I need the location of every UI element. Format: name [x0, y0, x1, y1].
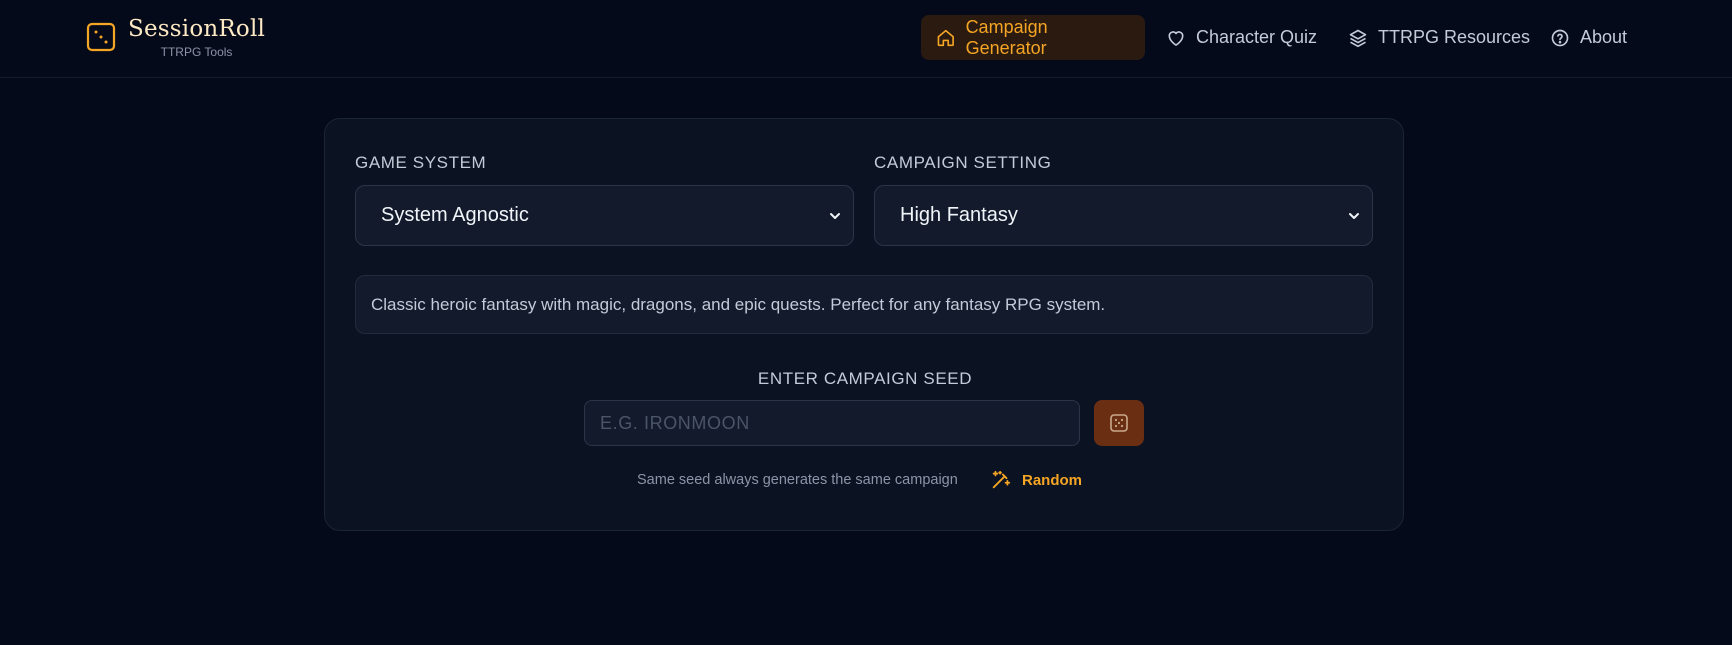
top-header: SessionRoll TTRPG Tools Campaign Generat… — [0, 0, 1732, 78]
nav-label: About — [1580, 27, 1628, 47]
nav-label: Campaign Generator — [965, 16, 1048, 58]
chevron-down-icon — [830, 213, 840, 219]
dice-icon — [1110, 414, 1128, 432]
nav-label: TTRPG Resources — [1378, 27, 1531, 47]
nav-item-campaign-generator[interactable]: Campaign Generator — [921, 15, 1145, 60]
campaign-setting-value: High Fantasy — [900, 204, 1018, 226]
layers-icon — [1349, 29, 1367, 47]
setting-description-text: Classic heroic fantasy with magic, drago… — [371, 294, 1106, 314]
nav-item-about[interactable]: About — [1550, 15, 1627, 60]
game-system-select[interactable]: System Agnostic — [355, 185, 854, 246]
home-icon — [937, 29, 954, 46]
seed-label: ENTER CAMPAIGN SEED — [757, 369, 973, 388]
roll-seed-button[interactable] — [1094, 400, 1144, 446]
nav-item-ttrpg-resources[interactable]: TTRPG Resources — [1348, 15, 1530, 60]
help-circle-icon — [1551, 29, 1569, 46]
campaign-seed-input[interactable] — [584, 400, 1080, 446]
chevron-down-icon — [1349, 213, 1359, 219]
nav-label: Character Quiz — [1196, 27, 1318, 47]
setting-description: Classic heroic fantasy with magic, drago… — [355, 275, 1373, 334]
random-seed-button[interactable]: Random — [990, 469, 1082, 491]
game-system-label: GAME SYSTEM — [355, 153, 487, 172]
campaign-form-card: GAME SYSTEM System Agnostic CAMPAIGN SET… — [324, 118, 1404, 531]
game-system-value: System Agnostic — [381, 204, 529, 226]
main-nav: Campaign Generator Character Quiz TTRPG … — [0, 15, 1732, 60]
seed-hint: Same seed always generates the same camp… — [637, 472, 958, 488]
magic-wand-icon — [992, 470, 1011, 489]
nav-item-character-quiz[interactable]: Character Quiz — [1166, 15, 1317, 60]
campaign-setting-select[interactable]: High Fantasy — [874, 185, 1373, 246]
heart-icon — [1168, 30, 1184, 46]
campaign-setting-label: CAMPAIGN SETTING — [874, 153, 1052, 172]
random-label: Random — [1022, 471, 1082, 489]
